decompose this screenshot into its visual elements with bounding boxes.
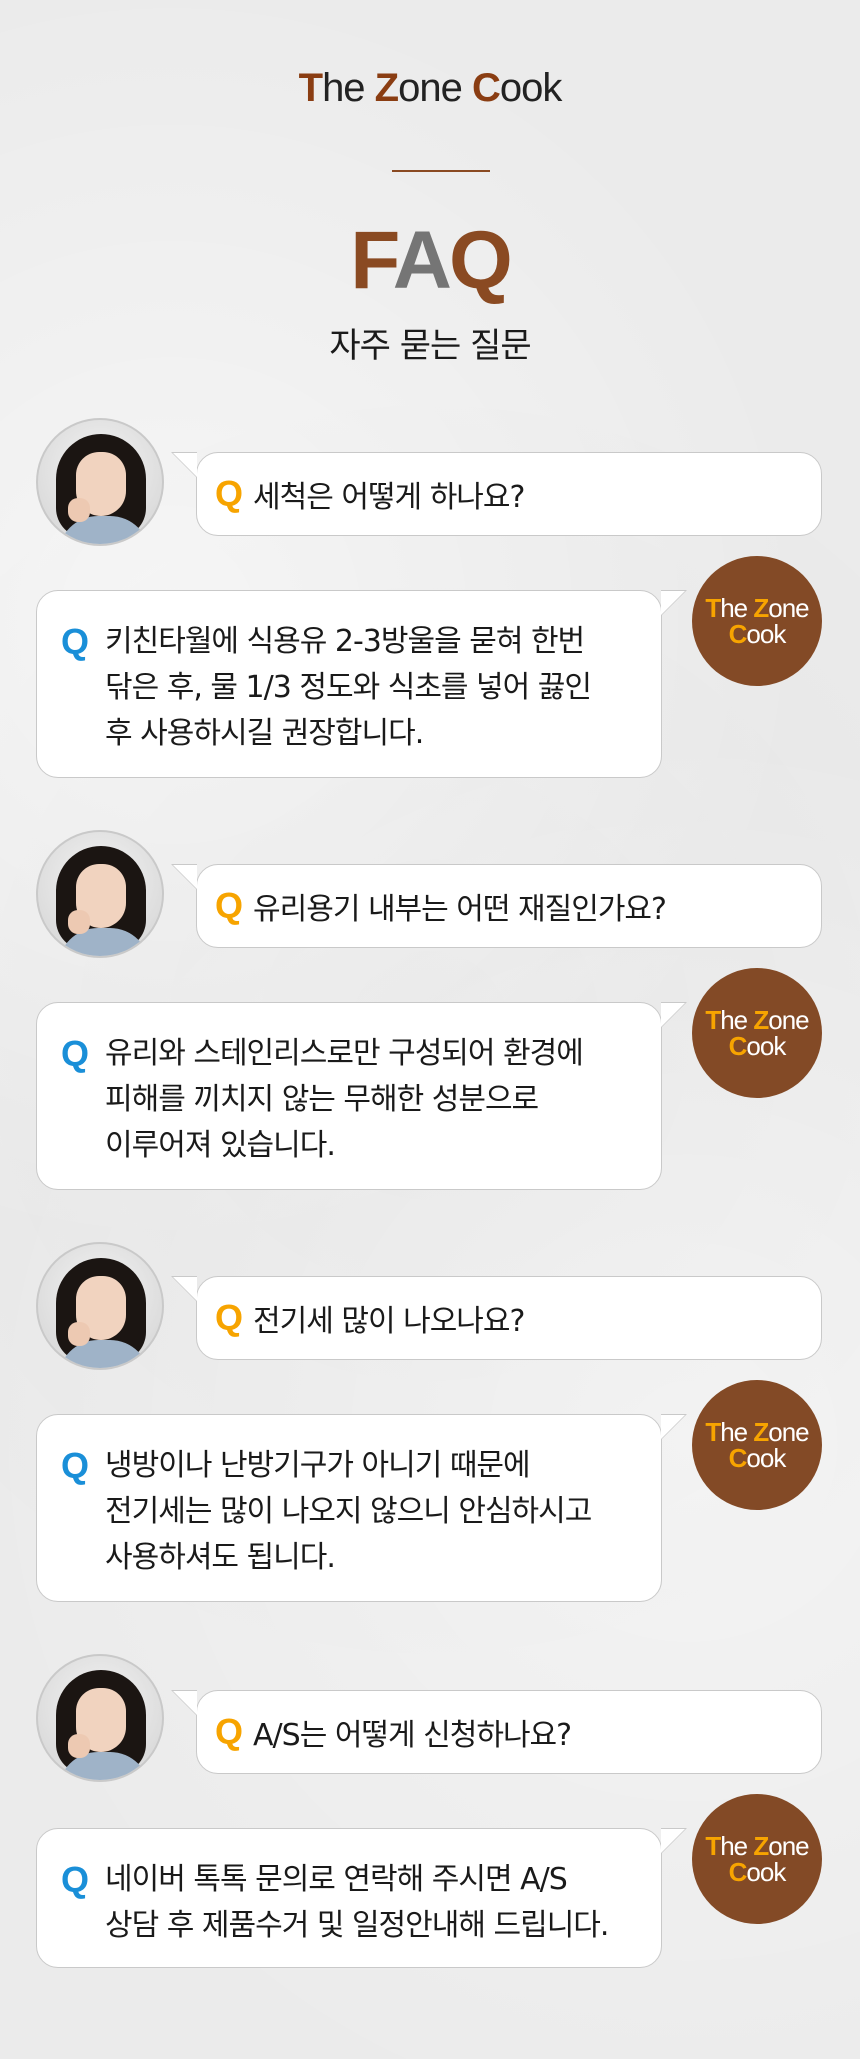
- question-text: A/S는 어떻게 신청하나요?: [253, 1718, 572, 1753]
- question-mark-icon: Q: [215, 473, 244, 514]
- page-title: FAQ: [350, 215, 513, 306]
- customer-avatar: [36, 1242, 164, 1370]
- brand-badge: The Zone Cook: [692, 1794, 822, 1924]
- answer-mark-icon: Q: [61, 1859, 90, 1900]
- answer-text: 냉방이나 난방기구가 아니기 때문에 전기세는 많이 나오지 않으니 안심하시고…: [105, 1448, 592, 1575]
- question-bubble: Q 유리용기 내부는 어떤 재질인가요?: [171, 863, 822, 948]
- faq-page: The Zone Cook FAQ 자주 묻는 질문 Q 세척은 어떻게 하나요…: [0, 0, 860, 2059]
- question-bubble: Q 전기세 많이 나오나요?: [171, 1275, 822, 1360]
- question-bubble: Q 세척은 어떻게 하나요?: [171, 451, 822, 536]
- brand-badge: The Zone Cook: [692, 556, 822, 686]
- answer-bubble: Q 네이버 톡톡 문의로 연락해 주시면 A/S 상담 후 제품수거 및 일정안…: [36, 1827, 687, 1968]
- question-mark-icon: Q: [215, 885, 244, 926]
- brand-badge: The Zone Cook: [692, 1380, 822, 1510]
- question-text: 세척은 어떻게 하나요?: [253, 480, 525, 515]
- answer-text: 네이버 톡톡 문의로 연락해 주시면 A/S 상담 후 제품수거 및 일정안내해…: [105, 1862, 609, 1943]
- customer-avatar: [36, 830, 164, 958]
- question-text: 전기세 많이 나오나요?: [253, 1304, 525, 1339]
- brand-logo: The Zone Cook: [298, 66, 563, 110]
- customer-avatar: [36, 418, 164, 546]
- answer-mark-icon: Q: [61, 621, 90, 662]
- question-mark-icon: Q: [215, 1711, 244, 1752]
- answer-bubble: Q 냉방이나 난방기구가 아니기 때문에 전기세는 많이 나오지 않으니 안심하…: [36, 1413, 687, 1602]
- answer-bubble: Q 유리와 스테인리스로만 구성되어 환경에 피해를 끼치지 않는 무해한 성분…: [36, 1001, 687, 1190]
- page-subtitle: 자주 묻는 질문: [329, 326, 531, 366]
- question-text: 유리용기 내부는 어떤 재질인가요?: [253, 892, 667, 927]
- answer-mark-icon: Q: [61, 1445, 90, 1486]
- answer-text: 유리와 스테인리스로만 구성되어 환경에 피해를 끼치지 않는 무해한 성분으로…: [105, 1036, 584, 1163]
- brand-badge: The Zone Cook: [692, 968, 822, 1098]
- question-bubble: Q A/S는 어떻게 신청하나요?: [171, 1689, 822, 1774]
- header-divider: [392, 170, 490, 172]
- answer-text: 키친타월에 식용유 2-3방울을 묻혀 한번 닦은 후, 물 1/3 정도와 식…: [105, 624, 592, 751]
- answer-bubble: Q 키친타월에 식용유 2-3방울을 묻혀 한번 닦은 후, 물 1/3 정도와…: [36, 589, 687, 778]
- question-mark-icon: Q: [215, 1297, 244, 1338]
- answer-mark-icon: Q: [61, 1033, 90, 1074]
- customer-avatar: [36, 1654, 164, 1782]
